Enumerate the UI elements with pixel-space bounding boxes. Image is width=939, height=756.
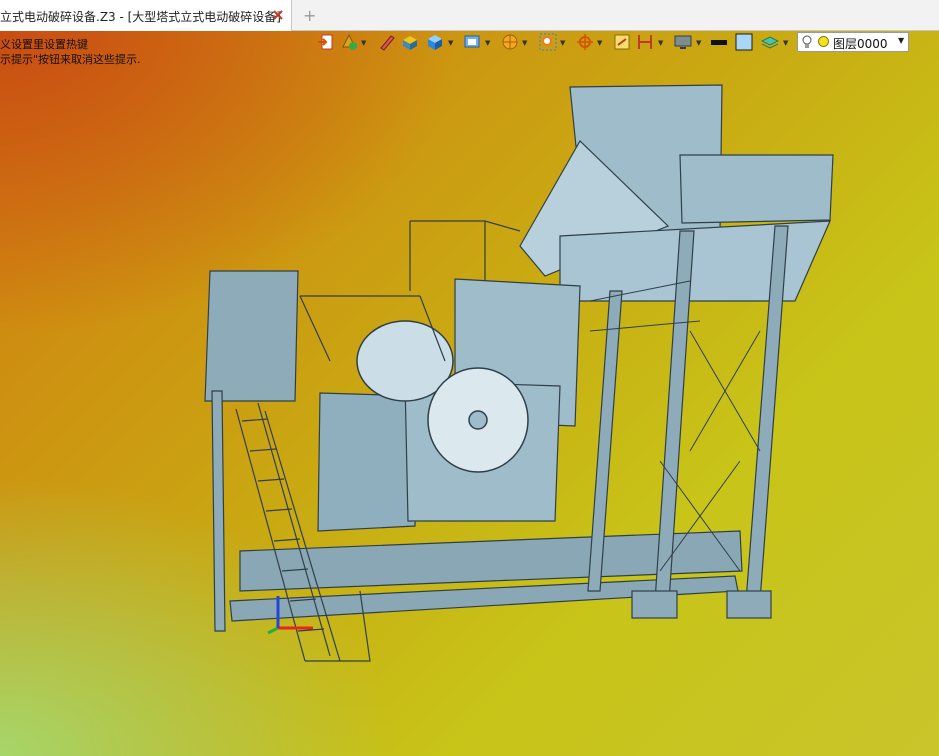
tab-bar: 立式电动破碎设备.Z3 - [大型塔式立式电动破碎设备] + bbox=[0, 0, 939, 31]
axis-triad-icon bbox=[267, 596, 313, 635]
document-tab-title: 立式电动破碎设备.Z3 - [大型塔式立式电动破碎设备] bbox=[0, 10, 281, 24]
new-tab-button[interactable]: + bbox=[303, 6, 316, 25]
crusher-3d-model[interactable] bbox=[0, 31, 939, 756]
close-icon[interactable] bbox=[271, 8, 285, 22]
document-tab[interactable]: 立式电动破碎设备.Z3 - [大型塔式立式电动破碎设备] bbox=[0, 0, 292, 31]
3d-viewport[interactable]: 义设置里设置热键 示提示"按钮来取消这些提示. ▼ ▼ ▼ ▼ ▼ ▼ ▼ ▼ … bbox=[0, 31, 939, 756]
